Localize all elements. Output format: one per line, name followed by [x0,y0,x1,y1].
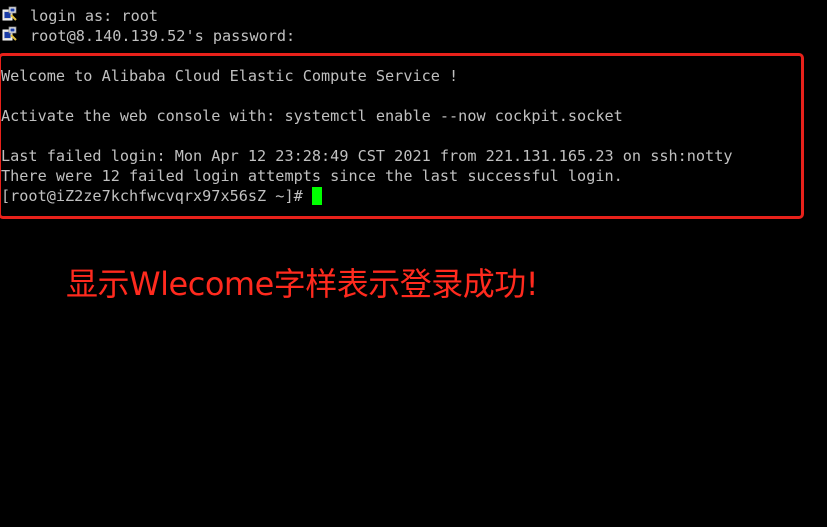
terminal-window[interactable]: login as: root root@8.140.139.52's passw… [0,0,827,527]
annotation-highlight-box [0,53,804,219]
annotation-text: 显示Wlecome字样表示登录成功! [66,265,539,303]
password-prompt-line: root@8.140.139.52's password: [30,27,296,45]
login-prompt-line: login as: root [30,7,159,25]
putty-key-icon [2,26,17,41]
putty-key-icon [2,6,17,21]
